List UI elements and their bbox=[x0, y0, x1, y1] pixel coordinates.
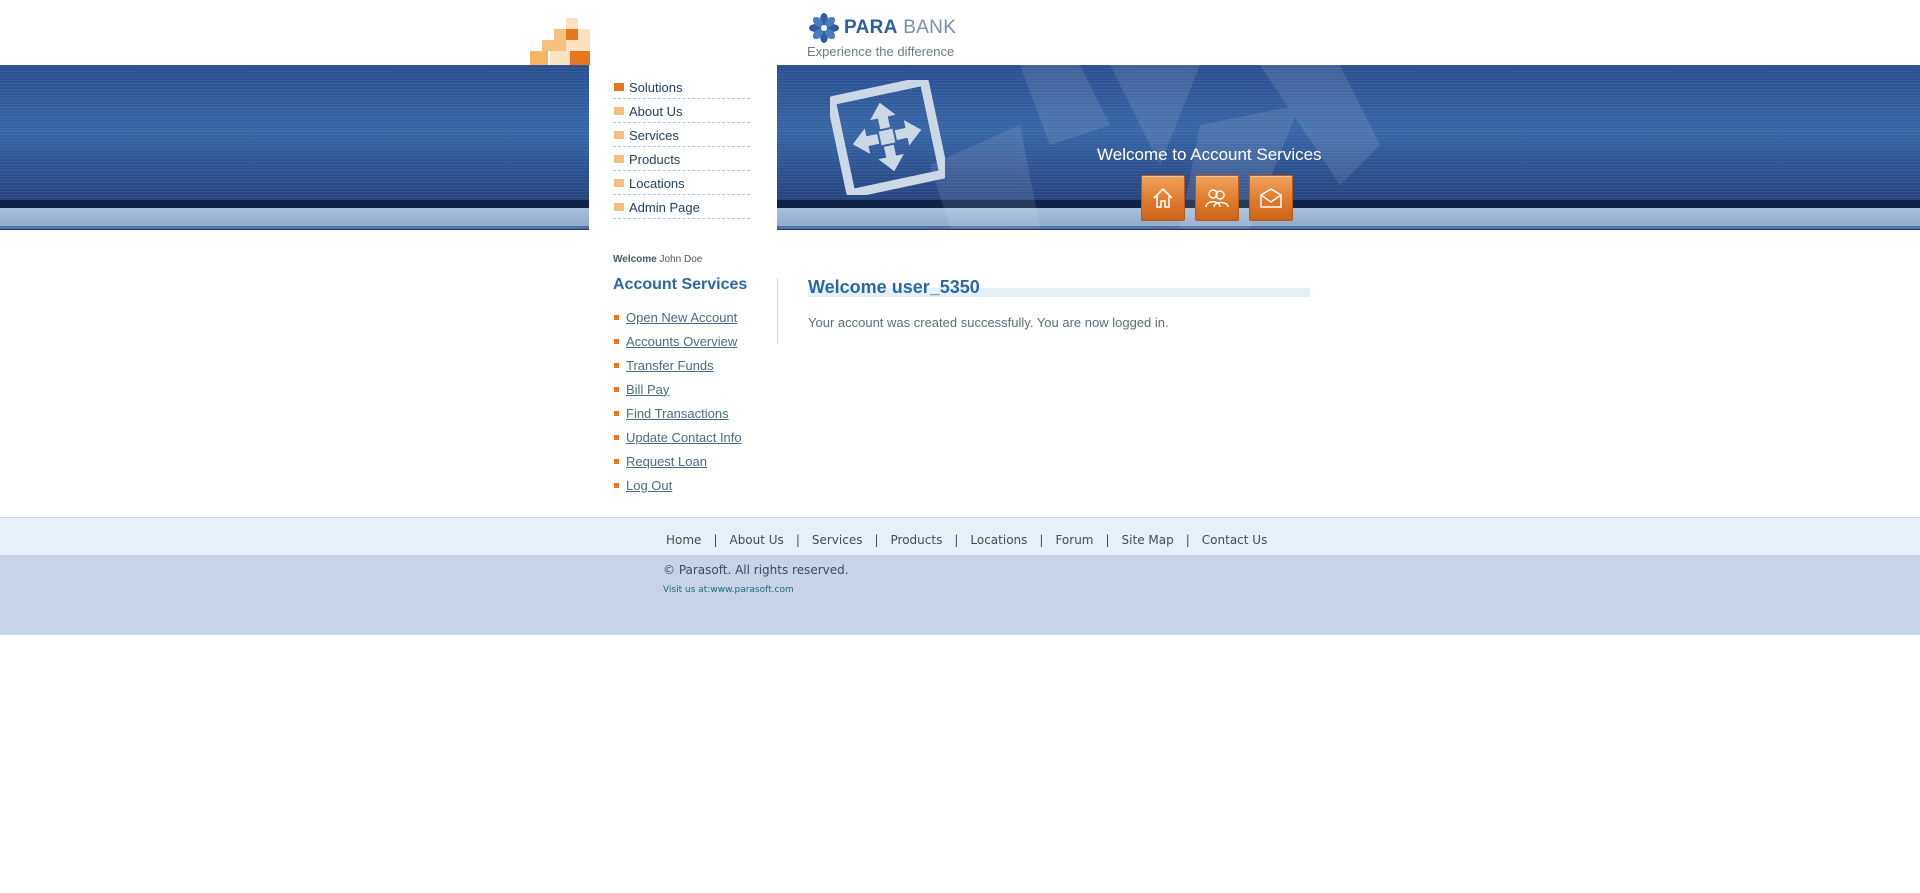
contact-icon bbox=[1260, 188, 1282, 208]
accounts-overview-link[interactable]: Accounts Overview bbox=[626, 334, 737, 349]
decorative-squares bbox=[530, 18, 590, 65]
footer-link-home[interactable]: Home bbox=[666, 533, 701, 547]
menu-square-icon bbox=[614, 107, 624, 115]
menu-square-icon bbox=[614, 155, 624, 163]
footer-separator: | bbox=[1185, 533, 1190, 547]
contact-button[interactable] bbox=[1249, 175, 1293, 221]
footer-separator: | bbox=[1039, 533, 1044, 547]
transfer-funds-link[interactable]: Transfer Funds bbox=[626, 358, 714, 373]
solutions-menu-item-solutions[interactable]: Solutions bbox=[613, 76, 750, 99]
visit-us-text: Visit us at:www.parasoft.com bbox=[663, 585, 794, 595]
solutions-menu-label: Solutions bbox=[629, 79, 683, 95]
request-loan-link[interactable]: Request Loan bbox=[626, 454, 707, 469]
about-button[interactable] bbox=[1195, 175, 1239, 221]
account-services-item: Find Transactions bbox=[613, 401, 742, 425]
bullet-icon bbox=[614, 362, 619, 368]
solutions-menu-item-locations[interactable]: Locations bbox=[613, 172, 750, 195]
account-services-menu: Open New Account Accounts Overview Trans… bbox=[613, 305, 742, 497]
footer-link-site-map[interactable]: Site Map bbox=[1122, 533, 1174, 547]
sidebar-divider bbox=[777, 278, 778, 343]
find-transactions-link[interactable]: Find Transactions bbox=[626, 406, 729, 421]
bullet-icon bbox=[614, 482, 619, 488]
open-new-account-link[interactable]: Open New Account bbox=[626, 310, 737, 325]
menu-square-icon bbox=[614, 131, 624, 139]
solutions-menu: Solutions About Us Services Products Loc… bbox=[613, 76, 750, 219]
solutions-menu-item-products[interactable]: Products bbox=[613, 148, 750, 171]
footer-separator: | bbox=[1105, 533, 1110, 547]
copyright-text: © Parasoft. All rights reserved. bbox=[663, 563, 849, 577]
account-services-item: Bill Pay bbox=[613, 377, 742, 401]
log-out-link[interactable]: Log Out bbox=[626, 478, 672, 493]
top-header bbox=[0, 0, 1920, 65]
parabank-logo[interactable]: PARA BANK bbox=[808, 12, 956, 44]
solutions-menu-item-admin-page[interactable]: Admin Page bbox=[613, 196, 750, 219]
update-contact-info-link[interactable]: Update Contact Info bbox=[626, 430, 742, 445]
bullet-icon bbox=[614, 386, 619, 392]
user-greeting-name: John Doe bbox=[659, 254, 703, 265]
account-services-item: Open New Account bbox=[613, 305, 742, 329]
bullet-icon bbox=[614, 458, 619, 464]
account-services-item: Update Contact Info bbox=[613, 425, 742, 449]
menu-square-icon bbox=[614, 179, 624, 187]
account-services-item: Request Loan bbox=[613, 449, 742, 473]
user-greeting: Welcome John Doe bbox=[613, 254, 702, 265]
about-icon bbox=[1205, 189, 1229, 208]
user-greeting-prefix: Welcome bbox=[613, 254, 657, 265]
logo-caption: Experience the difference bbox=[807, 44, 955, 59]
menu-square-icon bbox=[614, 83, 624, 91]
footer-link-forum[interactable]: Forum bbox=[1055, 533, 1093, 547]
home-icon bbox=[1153, 187, 1173, 208]
footer-link-about-us[interactable]: About Us bbox=[729, 533, 783, 547]
bullet-icon bbox=[614, 434, 619, 440]
bullet-icon bbox=[614, 410, 619, 416]
account-services-item: Transfer Funds bbox=[613, 353, 742, 377]
bullet-icon bbox=[614, 314, 619, 320]
account-services-item: Accounts Overview bbox=[613, 329, 742, 353]
footer-link-locations[interactable]: Locations bbox=[970, 533, 1027, 547]
menu-square-icon bbox=[614, 203, 624, 211]
solutions-menu-label: Products bbox=[629, 151, 681, 167]
logo-text: PARA BANK bbox=[844, 17, 956, 39]
bill-pay-link[interactable]: Bill Pay bbox=[626, 382, 669, 397]
account-services-item: Log Out bbox=[613, 473, 742, 497]
bullet-icon bbox=[614, 338, 619, 344]
banner-title: Welcome to Account Services bbox=[1097, 145, 1322, 164]
solutions-menu-label: About Us bbox=[629, 103, 683, 119]
solutions-menu-label: Services bbox=[629, 127, 679, 143]
footer-separator: | bbox=[954, 533, 959, 547]
footer-link-services[interactable]: Services bbox=[812, 533, 863, 547]
footer-separator: | bbox=[795, 533, 800, 547]
flower-logo-icon bbox=[809, 13, 839, 43]
solutions-menu-label: Locations bbox=[629, 175, 685, 191]
footer-nav: Home | About Us | Services | Products | … bbox=[666, 533, 1267, 547]
solutions-menu-item-services[interactable]: Services bbox=[613, 124, 750, 147]
footer-separator: | bbox=[713, 533, 718, 547]
footer-link-products[interactable]: Products bbox=[891, 533, 943, 547]
footer-panel bbox=[0, 555, 1920, 635]
logo-brand-a: PARA bbox=[844, 17, 898, 38]
footer-link-contact-us[interactable]: Contact Us bbox=[1202, 533, 1268, 547]
account-services-title: Account Services bbox=[613, 276, 748, 293]
success-message: Your account was created successfully. Y… bbox=[808, 315, 1169, 330]
page-title: Welcome user_5350 bbox=[808, 277, 980, 297]
parasoft-emblem-icon bbox=[830, 80, 945, 195]
solutions-menu-item-about-us[interactable]: About Us bbox=[613, 100, 750, 123]
logo-brand-b: BANK bbox=[903, 17, 957, 38]
visit-us-prefix: Visit us at: bbox=[663, 585, 711, 595]
parasoft-website-link[interactable]: www.parasoft.com bbox=[710, 585, 793, 595]
solutions-menu-label: Admin Page bbox=[629, 199, 700, 215]
footer-separator: | bbox=[874, 533, 879, 547]
home-button[interactable] bbox=[1141, 175, 1185, 221]
